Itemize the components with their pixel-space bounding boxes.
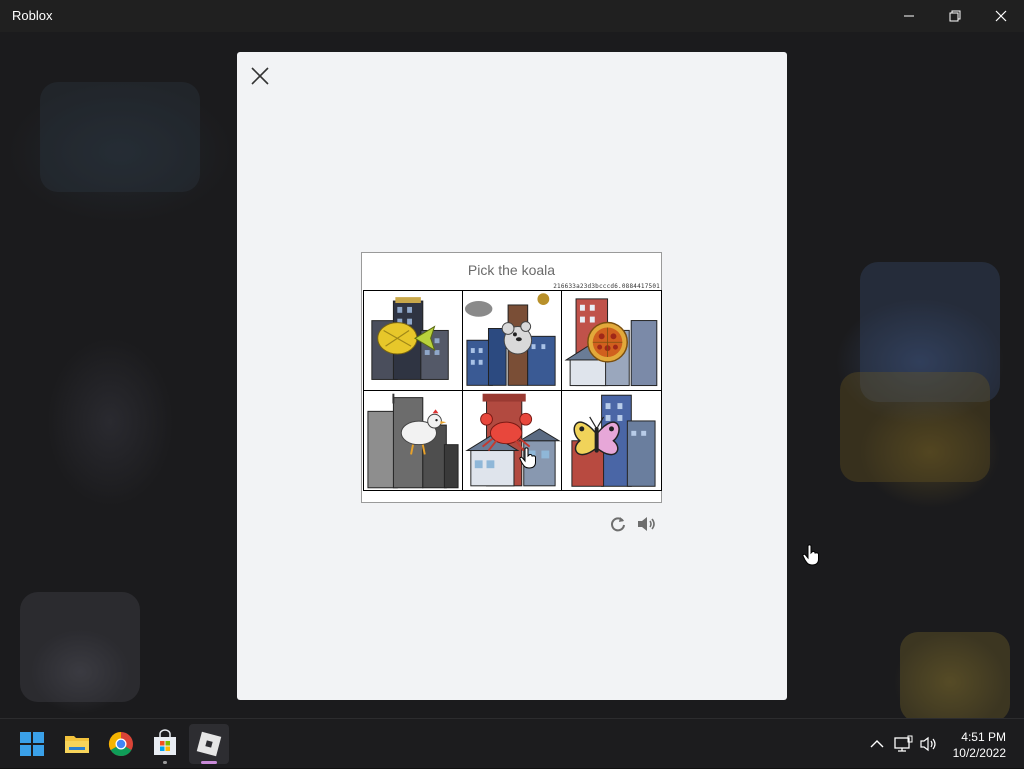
butterfly-image [571, 394, 656, 487]
window-title: Roblox [12, 8, 53, 23]
chicken-image [367, 393, 459, 488]
restore-button[interactable] [932, 0, 978, 32]
hand-cursor-icon [802, 544, 820, 571]
captcha-challenge: Pick the koala 216633a23d3bcccd6.0884417… [361, 252, 662, 503]
network-icon[interactable] [892, 733, 914, 755]
roblox-icon[interactable] [189, 724, 229, 764]
refresh-icon[interactable] [608, 514, 628, 534]
background-shape [40, 82, 200, 192]
captcha-tile-crab[interactable] [463, 390, 562, 490]
volume-icon[interactable] [918, 733, 940, 755]
file-explorer-icon[interactable] [57, 724, 97, 764]
pizza-image [564, 298, 658, 387]
minimize-button[interactable] [886, 0, 932, 32]
captcha-tile-pineapple[interactable] [364, 291, 463, 391]
background-shape [900, 632, 1010, 718]
crab-image [465, 393, 561, 486]
hand-cursor-icon [519, 447, 537, 474]
close-icon[interactable] [250, 66, 270, 86]
pineapple-fish-image [371, 297, 449, 380]
captcha-tile-chicken[interactable] [364, 390, 463, 490]
window-titlebar: Roblox [0, 0, 1024, 32]
system-clock[interactable]: 4:51 PM 10/2/2022 [953, 729, 1006, 761]
clock-time: 4:51 PM [961, 730, 1006, 744]
close-window-button[interactable] [978, 0, 1024, 32]
start-icon[interactable] [12, 724, 52, 764]
background-shape [840, 372, 990, 482]
chevron-up-icon[interactable] [866, 733, 888, 755]
captcha-image-grid [363, 290, 662, 491]
running-indicator [163, 761, 167, 764]
captcha-prompt: Pick the koala [467, 262, 556, 278]
taskbar: 4:51 PM 10/2/2022 [0, 718, 1024, 768]
captcha-tile-butterfly[interactable] [562, 390, 661, 490]
captcha-tile-pizza[interactable] [562, 291, 661, 391]
clock-date: 10/2/2022 [952, 746, 1006, 760]
microsoft-store-icon[interactable] [145, 724, 185, 764]
active-app-indicator [201, 761, 217, 764]
koala-image [464, 293, 556, 386]
chrome-icon[interactable] [101, 724, 141, 764]
captcha-tile-koala[interactable] [463, 291, 562, 391]
captcha-token: 216633a23d3bcccd6.0884417501 [553, 283, 660, 290]
speaker-icon[interactable] [636, 514, 658, 534]
background-shape [20, 592, 140, 702]
